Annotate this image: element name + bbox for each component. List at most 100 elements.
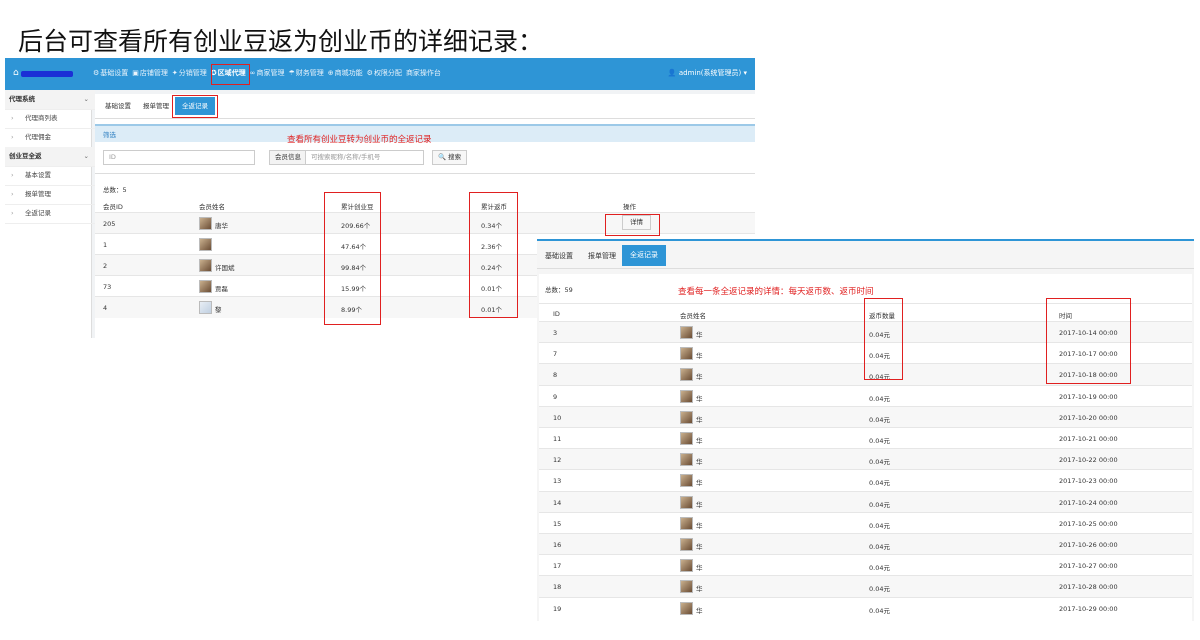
avatar	[680, 495, 693, 509]
avatar	[680, 410, 693, 424]
member-name: 华	[696, 373, 703, 382]
member-name: 许国斌	[215, 264, 235, 272]
chevron-right-icon: ›	[11, 133, 14, 141]
member-name: 华	[696, 585, 703, 594]
avatar	[199, 280, 212, 293]
coin-amount: 0.04元	[869, 479, 890, 488]
avatar	[199, 301, 212, 314]
sidebar-item-label: 代理佣金	[25, 133, 51, 141]
member-name: 黎	[215, 306, 222, 314]
tab-order-management[interactable]: 报单管理	[143, 100, 169, 110]
table-row: 9 华 0.04元 2017-10-19 00:00	[539, 384, 1192, 407]
col-id: ID	[553, 310, 560, 318]
nav-item-label: 基础设置	[100, 69, 129, 77]
nav-item-4[interactable]: ∞商家管理	[250, 69, 285, 77]
avatar	[199, 238, 212, 251]
nav-item-label: 商家操作台	[405, 69, 441, 77]
member-name: 华	[696, 606, 703, 615]
nav-item-1[interactable]: ▣店铺管理	[132, 69, 168, 77]
caret-down-icon: ▾	[743, 69, 747, 77]
lock-icon: ⚙	[366, 69, 373, 77]
table-row: 16 华 0.04元 2017-10-26 00:00	[539, 533, 1192, 555]
filter-title: 筛选	[103, 131, 116, 139]
tab-order-management[interactable]: 报单管理	[588, 251, 616, 261]
id-search-field[interactable]: ID	[103, 150, 255, 165]
highlight-amount-column	[864, 298, 903, 380]
tab-refund-records[interactable]: 全返记录	[622, 245, 666, 266]
nav-item-label: 权限分配	[373, 69, 402, 77]
avatar	[680, 559, 693, 573]
record-id: 8	[553, 371, 558, 380]
avatar	[680, 368, 693, 382]
logo	[21, 71, 73, 77]
refund-time: 2017-10-28 00:00	[1059, 583, 1118, 592]
search-button[interactable]: 🔍 搜索	[432, 150, 468, 165]
member-search-input[interactable]: 可搜索昵称/名称/手机号	[305, 150, 424, 165]
sidebar-item-label: 创业豆全返	[9, 152, 42, 160]
record-id: 7	[553, 350, 558, 359]
nav-item-6[interactable]: ⊕商城功能	[328, 69, 363, 77]
refund-time: 2017-10-22 00:00	[1059, 456, 1118, 465]
page-title: 后台可查看所有创业豆返为创业币的详细记录：	[18, 27, 544, 56]
nav-item-0[interactable]: ⚙基础设置	[93, 69, 128, 77]
table-row: 13 华 0.04元 2017-10-23 00:00	[539, 469, 1192, 491]
tab-basic-settings[interactable]: 基础设置	[545, 251, 573, 261]
record-id: 12	[553, 456, 562, 465]
sidebar-item-0[interactable]: 代理系统 ⌄	[5, 90, 95, 110]
member-name: 华	[696, 543, 703, 551]
store-icon: ▣	[132, 69, 139, 77]
col-member-name: 会员姓名	[680, 312, 706, 320]
chevron-down-icon[interactable]: ⌄	[84, 147, 89, 166]
member-name: 华	[696, 479, 703, 488]
id-label: ID	[109, 153, 116, 161]
col-member-name: 会员姓名	[199, 203, 225, 211]
nav-item-label: 商城功能	[334, 69, 363, 77]
avatar	[680, 432, 693, 445]
chevron-down-icon[interactable]: ⌄	[84, 90, 89, 109]
coin-amount: 0.04元	[869, 543, 890, 551]
member-name: 华	[696, 521, 703, 530]
sidebar-item-label: 代理系统	[9, 95, 35, 103]
sidebar-item-label: 全返记录	[25, 209, 51, 217]
record-id: 3	[553, 329, 558, 337]
nav-item-label: 财务管理	[295, 69, 324, 77]
member-name: 唐华	[215, 222, 228, 230]
refund-time: 2017-10-25 00:00	[1059, 519, 1118, 528]
tab-basic-settings[interactable]: 基础设置	[105, 100, 131, 110]
highlight-time-column	[1046, 298, 1131, 384]
user-icon: 👤	[667, 69, 677, 77]
member-name: 华	[696, 415, 703, 424]
sidebar-item-label: 代理商列表	[25, 114, 58, 122]
avatar	[680, 516, 693, 530]
admin-user-menu[interactable]: 👤 admin(系统管理员) ▾	[668, 68, 747, 78]
admin-label: admin(系统管理员)	[678, 69, 742, 77]
avatar	[680, 474, 693, 488]
table-row: 10 华 0.04元 2017-10-20 00:00	[539, 405, 1192, 428]
nav-item-7[interactable]: ⚙权限分配	[367, 69, 402, 77]
member-name: 华	[696, 500, 703, 509]
chevron-right-icon: ›	[11, 209, 14, 217]
sidebar-item-3[interactable]: 创业豆全返 ⌄	[5, 147, 95, 167]
avatar	[680, 347, 693, 361]
highlight-beans-column	[324, 192, 381, 325]
chevron-right-icon: ›	[11, 114, 14, 122]
search-icon: 🔍	[438, 153, 447, 161]
col-member-id: 会员ID	[103, 203, 123, 211]
nav-item-2[interactable]: ✦分销管理	[172, 69, 207, 77]
sidebar: 代理系统 ⌄ › 代理商列表 › 代理佣金 创业豆全返 ⌄ › 基本设置 › 报单管理 › 全返记录	[5, 90, 111, 338]
member-name: 华	[696, 394, 703, 403]
coin-amount: 0.04元	[869, 415, 890, 424]
refund-time: 2017-10-27 00:00	[1059, 562, 1118, 571]
nav-item-5[interactable]: ☂财务管理	[289, 69, 324, 77]
coin-amount: 0.04元	[869, 437, 890, 445]
refund-detail-screenshot: 基础设置 报单管理 全返记录 总数：59 ID 会员姓名 返币数量 时间 3华0…	[537, 239, 1194, 621]
avatar	[199, 217, 212, 230]
home-icon[interactable]: ⌂	[13, 68, 19, 78]
member-name: 华	[696, 437, 703, 445]
refund-time: 2017-10-24 00:00	[1059, 498, 1118, 507]
nav-item-8[interactable]: 商家操作台	[406, 69, 441, 77]
record-id: 11	[553, 435, 562, 443]
tab-bar: 基础设置 报单管理 全返记录	[537, 241, 1194, 269]
table-row: 15 华 0.04元 2017-10-25 00:00	[539, 511, 1192, 534]
member-id: 1	[103, 241, 108, 249]
